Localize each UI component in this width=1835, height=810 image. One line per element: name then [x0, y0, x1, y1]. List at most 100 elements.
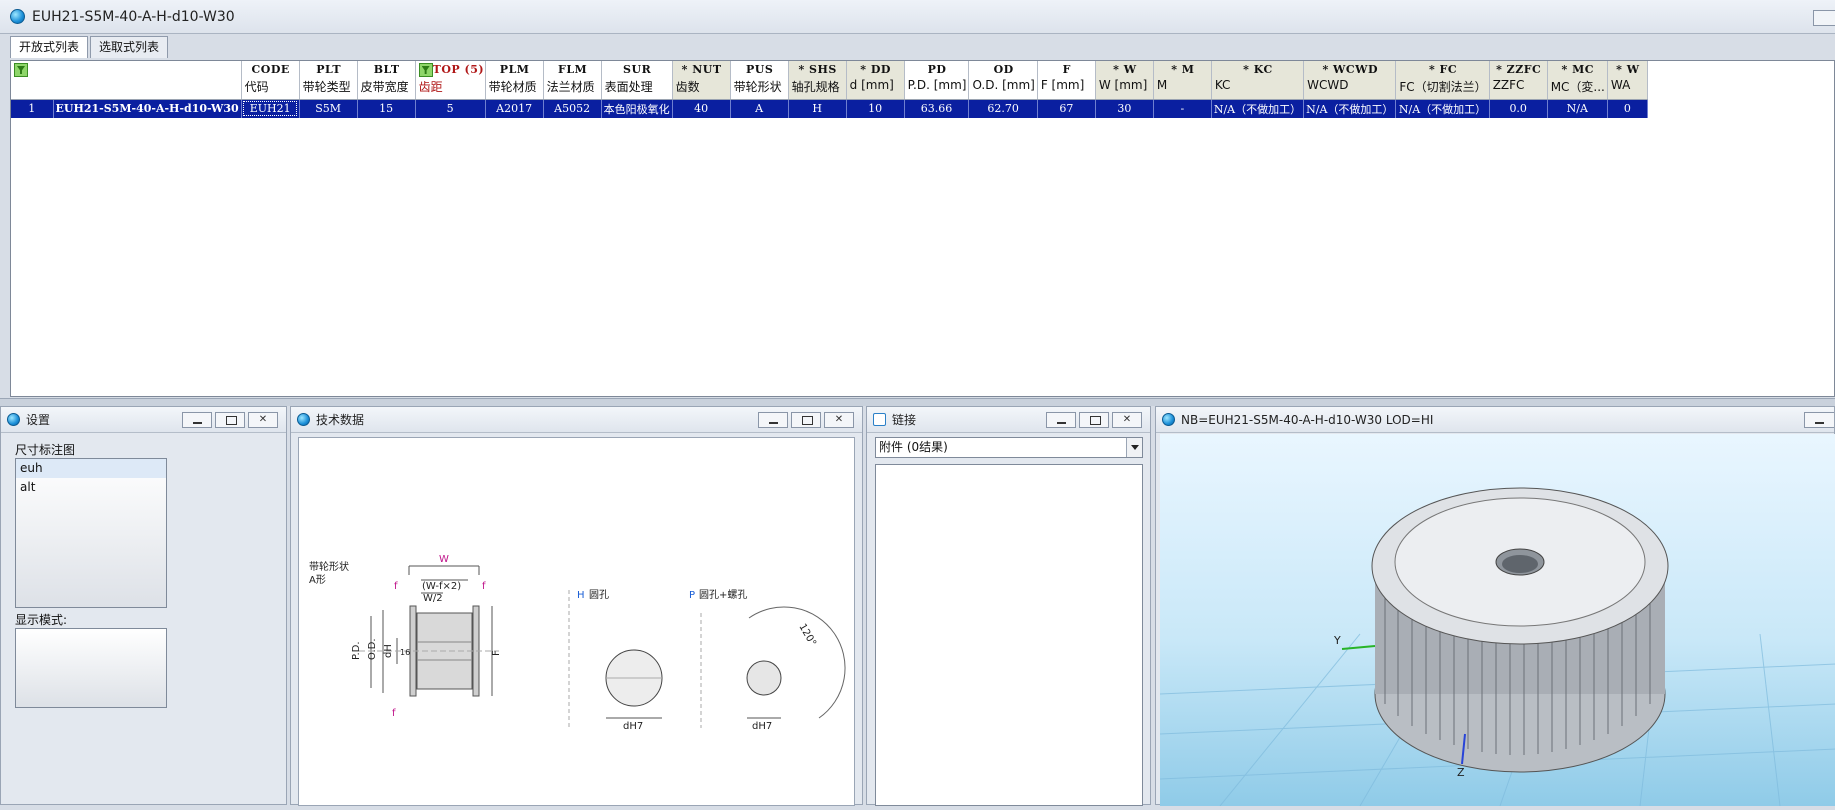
close-button[interactable]: ✕	[1112, 411, 1142, 428]
list-item[interactable]: euh	[16, 459, 166, 478]
technical-drawing: 带轮形状 A形 W (W-f×2) W/2 f f f P.D. O.D. dH…	[298, 437, 855, 806]
column-filter-icon[interactable]	[418, 63, 433, 77]
pulley-3d-model[interactable]: Y Z	[1160, 434, 1835, 806]
cell-shs[interactable]: H	[788, 99, 847, 118]
cell-m[interactable]: -	[1153, 99, 1212, 118]
dimension-drawing-list[interactable]: euh alt	[15, 458, 167, 608]
shape-type: A形	[309, 574, 326, 586]
col-shs[interactable]: * SHS 轴孔规格	[788, 61, 847, 100]
settings-panel-header: 设置 ✕	[1, 407, 286, 433]
globe-icon	[297, 413, 310, 426]
cell-top[interactable]: 5	[415, 99, 486, 118]
col-plm[interactable]: PLM 带轮材质	[485, 61, 544, 100]
parts-grid: CODE 代码 PLT 带轮类型 BLT 皮带宽度 TOP (5) 齿距 PLM 带轮材质…	[10, 60, 1835, 397]
col-w[interactable]: * WW [mm]	[1095, 61, 1154, 100]
minimize-button[interactable]	[1804, 411, 1834, 428]
col-pus[interactable]: PUS 带轮形状	[730, 61, 789, 100]
row-number[interactable]: 1	[11, 99, 54, 118]
col-kc[interactable]: * KC KC	[1211, 61, 1305, 100]
dimension-drawing-label: 尺寸标注图	[15, 443, 76, 457]
cell-mc[interactable]: N/A	[1547, 99, 1608, 118]
filter-icon[interactable]	[14, 63, 28, 77]
settings-panel: 设置 ✕ 尺寸标注图 euh alt 显示模式:	[0, 406, 287, 805]
dim-f-right: f	[482, 581, 486, 592]
dim-od: O.D.	[367, 638, 378, 660]
col-wcwd[interactable]: * WCWD WCWD	[1303, 61, 1397, 100]
chevron-down-icon[interactable]	[1126, 438, 1142, 457]
tab-pick-list[interactable]: 选取式列表	[90, 36, 169, 58]
cell-pd[interactable]: 63.66	[904, 99, 970, 118]
p-type-letter: P	[689, 590, 695, 601]
cell-w[interactable]: 30	[1095, 99, 1154, 118]
col-dd[interactable]: * DD d [mm]	[846, 61, 905, 100]
axis-z-label: Z	[1457, 766, 1465, 779]
col-mc[interactable]: * MC MC（変...	[1547, 61, 1608, 100]
close-button[interactable]: ✕	[248, 411, 278, 428]
minimize-button[interactable]	[182, 411, 212, 428]
tab-open-list[interactable]: 开放式列表	[10, 36, 89, 58]
col-pd[interactable]: PD P.D. [mm]	[904, 61, 970, 100]
cell-wcwd[interactable]: N/A（不做加工）	[1303, 99, 1397, 118]
col-m[interactable]: * MM	[1153, 61, 1212, 100]
links-panel-title: 链接	[892, 413, 917, 427]
cell-pus[interactable]: A	[730, 99, 789, 118]
cell-od[interactable]: 62.70	[968, 99, 1038, 118]
col-plt[interactable]: PLT 带轮类型	[299, 61, 358, 100]
col-fc[interactable]: * FC FC（切割法兰）	[1395, 61, 1490, 100]
dim-f-left: f	[394, 581, 398, 592]
minimize-button[interactable]	[758, 411, 788, 428]
globe-icon	[7, 413, 20, 426]
col-od[interactable]: OD O.D. [mm]	[968, 61, 1038, 100]
cell-f[interactable]: 67	[1037, 99, 1096, 118]
display-mode-label: 显示模式:	[15, 613, 68, 627]
list-item[interactable]: alt	[16, 478, 166, 497]
h-type-letter: H	[577, 590, 585, 601]
cell-plm[interactable]: A2017	[485, 99, 544, 118]
axis-y-label: Y	[1333, 634, 1341, 647]
links-list[interactable]	[875, 464, 1143, 806]
col-zzfc[interactable]: * ZZFC ZZFC	[1489, 61, 1548, 100]
cell-blt[interactable]: 15	[357, 99, 416, 118]
globe-icon	[1162, 413, 1175, 426]
window-title-bar: EUH21-S5M-40-A-H-d10-W30	[0, 0, 1835, 34]
close-button[interactable]: ✕	[824, 411, 854, 428]
row-part-number[interactable]: EUH21-S5M-40-A-H-d10-W30	[53, 99, 242, 118]
col-code[interactable]: CODE 代码	[241, 61, 300, 100]
col-sur[interactable]: SUR 表面处理	[601, 61, 673, 100]
cell-fc[interactable]: N/A（不做加工）	[1395, 99, 1490, 118]
maximize-button[interactable]	[1079, 411, 1109, 428]
viewer-panel-title: NB=EUH21-S5M-40-A-H-d10-W30 LOD=HI	[1181, 412, 1434, 427]
col-f[interactable]: FF [mm]	[1037, 61, 1096, 100]
cell-sur[interactable]: 本色阳极氧化	[601, 99, 673, 118]
dh7-left: dH7	[623, 721, 643, 732]
horizontal-splitter[interactable]	[0, 398, 1835, 406]
col-flm[interactable]: FLM 法兰材质	[543, 61, 602, 100]
viewer-panel-header: NB=EUH21-S5M-40-A-H-d10-W30 LOD=HI	[1156, 407, 1834, 433]
angle-label: 120°	[796, 622, 818, 648]
table-row[interactable]: 1 EUH21-S5M-40-A-H-d10-W30 EUH21 S5M 15 …	[11, 99, 1648, 118]
links-panel-header: 链接 ✕	[867, 407, 1150, 433]
cell-plt[interactable]: S5M	[299, 99, 358, 118]
col-nut[interactable]: * NUT 齿数	[672, 61, 731, 100]
link-icon	[873, 413, 886, 426]
cell-zzfc[interactable]: 0.0	[1489, 99, 1548, 118]
cell-code[interactable]: EUH21	[241, 99, 300, 118]
attachments-dropdown[interactable]: 附件 (0结果)	[875, 437, 1143, 458]
pulley-drawing: 带轮形状 A形 W (W-f×2) W/2 f f f P.D. O.D. dH…	[309, 554, 846, 732]
cell-kc[interactable]: N/A（不做加工）	[1211, 99, 1305, 118]
parts-table: CODE 代码 PLT 带轮类型 BLT 皮带宽度 TOP (5) 齿距 PLM 带轮材质…	[11, 61, 1648, 118]
window-restore-button[interactable]	[1813, 10, 1835, 26]
filter-header[interactable]	[11, 61, 242, 100]
cell-dd[interactable]: 10	[846, 99, 905, 118]
maximize-button[interactable]	[215, 411, 245, 428]
3d-viewport[interactable]: Y Z	[1160, 434, 1835, 806]
col-blt[interactable]: BLT 皮带宽度	[357, 61, 416, 100]
col-top[interactable]: TOP (5) 齿距	[415, 61, 486, 100]
col-wa[interactable]: * W WA	[1607, 61, 1648, 100]
display-mode-list[interactable]	[15, 628, 167, 708]
cell-nut[interactable]: 40	[672, 99, 731, 118]
cell-wa[interactable]: 0	[1607, 99, 1648, 118]
cell-flm[interactable]: A5052	[543, 99, 602, 118]
minimize-button[interactable]	[1046, 411, 1076, 428]
maximize-button[interactable]	[791, 411, 821, 428]
